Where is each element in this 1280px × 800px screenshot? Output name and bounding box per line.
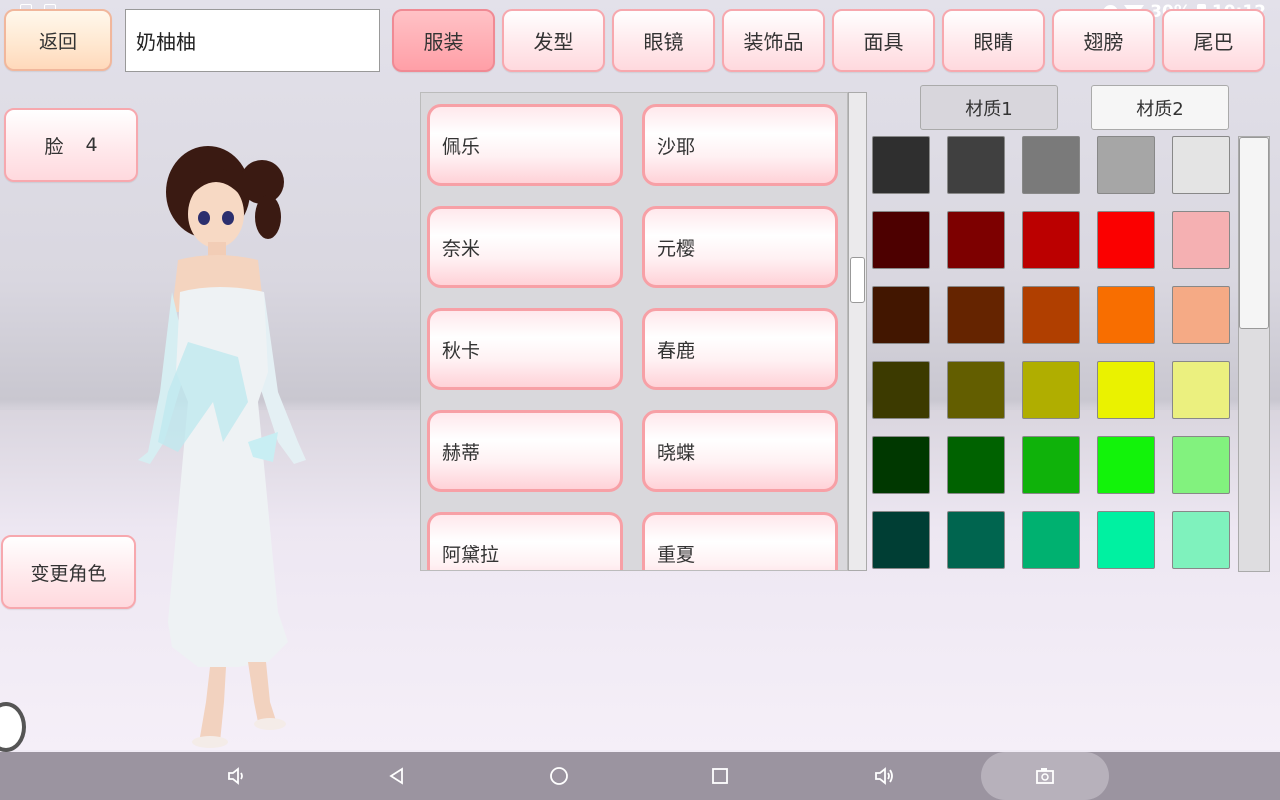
color-swatch-1-4[interactable] bbox=[1172, 211, 1230, 269]
outfit-list-scroll-thumb[interactable] bbox=[850, 257, 865, 303]
color-swatch-2-1[interactable] bbox=[947, 286, 1005, 344]
color-swatch-2-2[interactable] bbox=[1022, 286, 1080, 344]
color-grid bbox=[872, 136, 1230, 569]
face-label: 脸 bbox=[44, 135, 64, 158]
character-model[interactable] bbox=[128, 142, 318, 752]
outfit-option-8[interactable]: 阿黛拉 bbox=[427, 512, 623, 570]
recents-icon[interactable] bbox=[700, 752, 740, 800]
color-swatch-5-4[interactable] bbox=[1172, 511, 1230, 569]
color-swatch-2-4[interactable] bbox=[1172, 286, 1230, 344]
face-selector-button[interactable]: 脸 4 bbox=[4, 108, 138, 182]
category-tab-5[interactable]: 眼睛 bbox=[942, 9, 1045, 72]
volume-down-icon[interactable] bbox=[216, 752, 256, 800]
color-swatch-1-3[interactable] bbox=[1097, 211, 1155, 269]
volume-up-icon[interactable] bbox=[864, 752, 904, 800]
color-swatch-4-0[interactable] bbox=[872, 436, 930, 494]
color-swatch-4-2[interactable] bbox=[1022, 436, 1080, 494]
color-swatch-0-4[interactable] bbox=[1172, 136, 1230, 194]
outfit-grid: 佩乐 沙耶 奈米 元樱 秋卡 春鹿 赫蒂 晓蝶 阿黛拉 重夏 bbox=[427, 104, 838, 570]
outfit-option-9[interactable]: 重夏 bbox=[642, 512, 838, 570]
color-swatch-4-4[interactable] bbox=[1172, 436, 1230, 494]
screenshot-icon[interactable] bbox=[1025, 752, 1065, 800]
category-tab-4[interactable]: 面具 bbox=[832, 9, 935, 72]
category-tab-7[interactable]: 尾巴 bbox=[1162, 9, 1265, 72]
outfit-option-3[interactable]: 元樱 bbox=[642, 206, 838, 288]
color-swatch-1-2[interactable] bbox=[1022, 211, 1080, 269]
color-swatch-1-1[interactable] bbox=[947, 211, 1005, 269]
category-tab-2[interactable]: 眼镜 bbox=[612, 9, 715, 72]
outfit-option-0[interactable]: 佩乐 bbox=[427, 104, 623, 186]
color-swatch-0-0[interactable] bbox=[872, 136, 930, 194]
color-swatch-5-0[interactable] bbox=[872, 511, 930, 569]
color-swatch-3-0[interactable] bbox=[872, 361, 930, 419]
color-swatch-3-1[interactable] bbox=[947, 361, 1005, 419]
category-tab-3[interactable]: 装饰品 bbox=[722, 9, 825, 72]
category-tabs: 服装 发型 眼镜 装饰品 面具 眼睛 翅膀 尾巴 bbox=[392, 9, 1265, 72]
color-swatch-2-3[interactable] bbox=[1097, 286, 1155, 344]
color-swatch-0-3[interactable] bbox=[1097, 136, 1155, 194]
color-swatch-2-0[interactable] bbox=[872, 286, 930, 344]
back-button[interactable]: 返回 bbox=[4, 9, 112, 71]
outfit-option-1[interactable]: 沙耶 bbox=[642, 104, 838, 186]
color-swatch-3-3[interactable] bbox=[1097, 361, 1155, 419]
color-swatch-4-1[interactable] bbox=[947, 436, 1005, 494]
color-swatch-0-2[interactable] bbox=[1022, 136, 1080, 194]
outfit-list-scrollbar[interactable] bbox=[848, 92, 867, 571]
face-value: 4 bbox=[85, 134, 98, 156]
color-swatch-3-4[interactable] bbox=[1172, 361, 1230, 419]
navigation-bar bbox=[0, 752, 1280, 800]
outfit-option-6[interactable]: 赫蒂 bbox=[427, 410, 623, 492]
category-tab-0[interactable]: 服装 bbox=[392, 9, 495, 72]
back-icon[interactable] bbox=[377, 752, 417, 800]
color-swatch-5-3[interactable] bbox=[1097, 511, 1155, 569]
character-name-input[interactable]: 奶柚柚 bbox=[125, 9, 380, 72]
outfit-list-panel: 佩乐 沙耶 奈米 元樱 秋卡 春鹿 赫蒂 晓蝶 阿黛拉 重夏 bbox=[420, 92, 848, 571]
color-swatch-5-1[interactable] bbox=[947, 511, 1005, 569]
change-character-button[interactable]: 变更角色 bbox=[1, 535, 136, 609]
color-scrollbar[interactable] bbox=[1238, 136, 1270, 572]
color-swatch-5-2[interactable] bbox=[1022, 511, 1080, 569]
category-tab-1[interactable]: 发型 bbox=[502, 9, 605, 72]
material-tab-1[interactable]: 材质1 bbox=[920, 85, 1058, 130]
material-tab-2[interactable]: 材质2 bbox=[1091, 85, 1229, 130]
color-swatch-0-1[interactable] bbox=[947, 136, 1005, 194]
outfit-option-5[interactable]: 春鹿 bbox=[642, 308, 838, 390]
outfit-option-7[interactable]: 晓蝶 bbox=[642, 410, 838, 492]
color-palette bbox=[870, 132, 1238, 572]
outfit-option-4[interactable]: 秋卡 bbox=[427, 308, 623, 390]
color-swatch-1-0[interactable] bbox=[872, 211, 930, 269]
outfit-option-2[interactable]: 奈米 bbox=[427, 206, 623, 288]
home-icon[interactable] bbox=[539, 752, 579, 800]
color-swatch-4-3[interactable] bbox=[1097, 436, 1155, 494]
color-scroll-thumb[interactable] bbox=[1239, 137, 1269, 329]
color-swatch-3-2[interactable] bbox=[1022, 361, 1080, 419]
category-tab-6[interactable]: 翅膀 bbox=[1052, 9, 1155, 72]
